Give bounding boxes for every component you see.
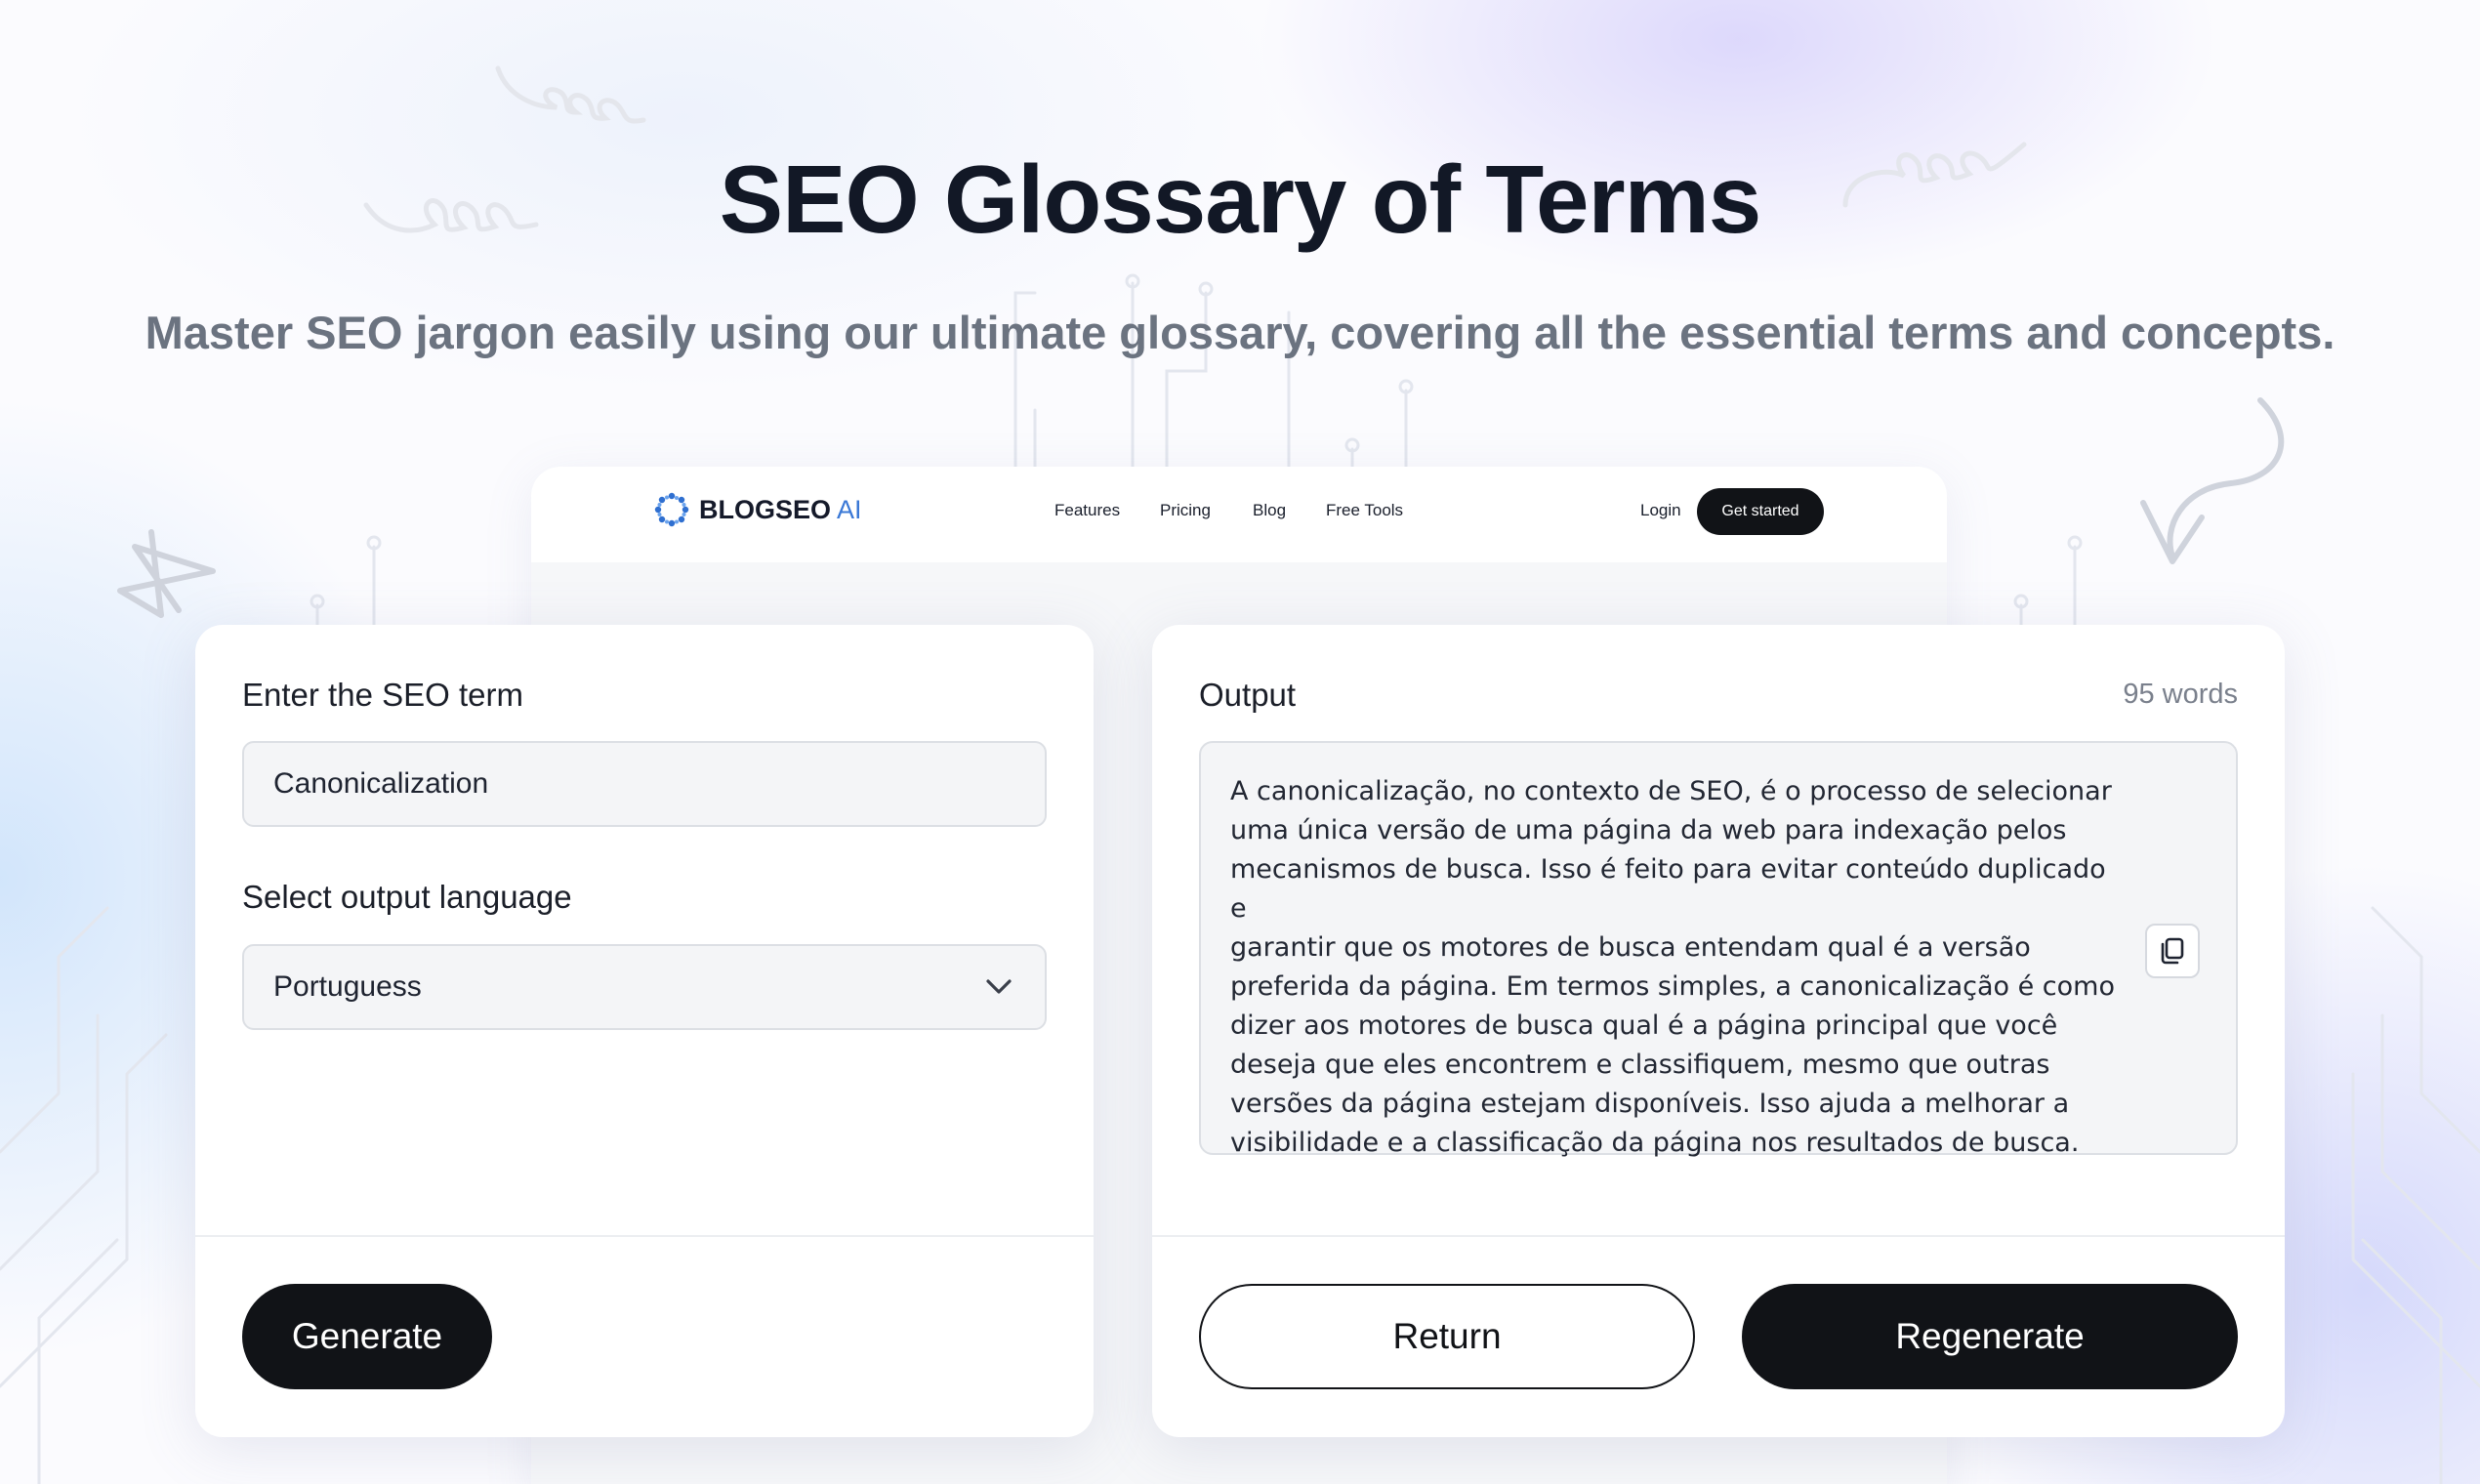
preview-navbar: BLOGSEO AI Features Pricing Blog Free Too…	[531, 467, 1947, 562]
output-line: deseja que eles encontrem e classifiquem…	[1230, 1050, 2050, 1080]
generate-button[interactable]: Generate	[242, 1284, 492, 1389]
preview-logo-text: BLOGSEO	[699, 494, 832, 524]
panel-divider	[195, 1235, 1094, 1237]
output-line: mecanismos de busca. Isso é feito para e…	[1230, 854, 2106, 924]
preview-logo-suffix: AI	[837, 494, 862, 524]
blogseo-logo-icon	[654, 492, 689, 527]
chevron-down-icon	[986, 979, 1012, 994]
output-textarea[interactable]: A canonicalização, no contexto de SEO, é…	[1199, 741, 2238, 1158]
preview-nav-blog[interactable]: Blog	[1253, 501, 1286, 520]
preview-login-link[interactable]: Login	[1640, 501, 1681, 520]
preview-logo[interactable]: BLOGSEO AI	[654, 492, 862, 527]
word-count: 95 words	[2123, 679, 2238, 710]
copy-icon	[2161, 937, 2184, 965]
preview-nav-pricing[interactable]: Pricing	[1160, 501, 1211, 520]
output-language-select[interactable]: Portuguess	[242, 944, 1047, 1030]
copy-button[interactable]	[2145, 924, 2200, 978]
seo-term-value: Canonicalization	[273, 767, 489, 800]
output-panel: Output 95 words A canonicalização, no co…	[1152, 625, 2285, 1437]
output-text: A canonicalização, no contexto de SEO, é…	[1230, 772, 2129, 1163]
seo-term-input[interactable]: Canonicalization	[242, 741, 1047, 827]
preview-get-started-button[interactable]: Get started	[1697, 488, 1824, 535]
seo-term-label: Enter the SEO term	[242, 677, 523, 713]
output-line: garantir que os motores de busca entenda…	[1230, 932, 2031, 963]
panel-divider	[1152, 1235, 2285, 1237]
output-language-value: Portuguess	[273, 970, 422, 1003]
output-line: versões da página estejam disponíveis. I…	[1230, 1089, 2070, 1119]
return-button[interactable]: Return	[1199, 1284, 1695, 1389]
page-subtitle: Master SEO jargon easily using our ultim…	[145, 307, 2335, 358]
output-line: A canonicalização, no contexto de SEO, é…	[1230, 776, 2112, 806]
output-language-label: Select output language	[242, 879, 572, 915]
output-line: uma única versão de uma página da web pa…	[1230, 815, 2067, 845]
preview-nav-free-tools[interactable]: Free Tools	[1326, 501, 1403, 520]
regenerate-button[interactable]: Regenerate	[1742, 1284, 2238, 1389]
input-panel: Enter the SEO term Canonicalization Sele…	[195, 625, 1094, 1437]
output-line: preferida da página. Em termos simples, …	[1230, 971, 2115, 1002]
output-line: dizer aos motores de busca qual é a pági…	[1230, 1010, 2058, 1041]
page-title: SEO Glossary of Terms	[719, 145, 1761, 253]
output-line: visibilidade e a classificação da página…	[1230, 1128, 2080, 1158]
page: SEO Glossary of Terms Master SEO jargon …	[0, 0, 2480, 1484]
output-label: Output	[1199, 677, 1297, 713]
preview-nav-features[interactable]: Features	[1054, 501, 1120, 520]
